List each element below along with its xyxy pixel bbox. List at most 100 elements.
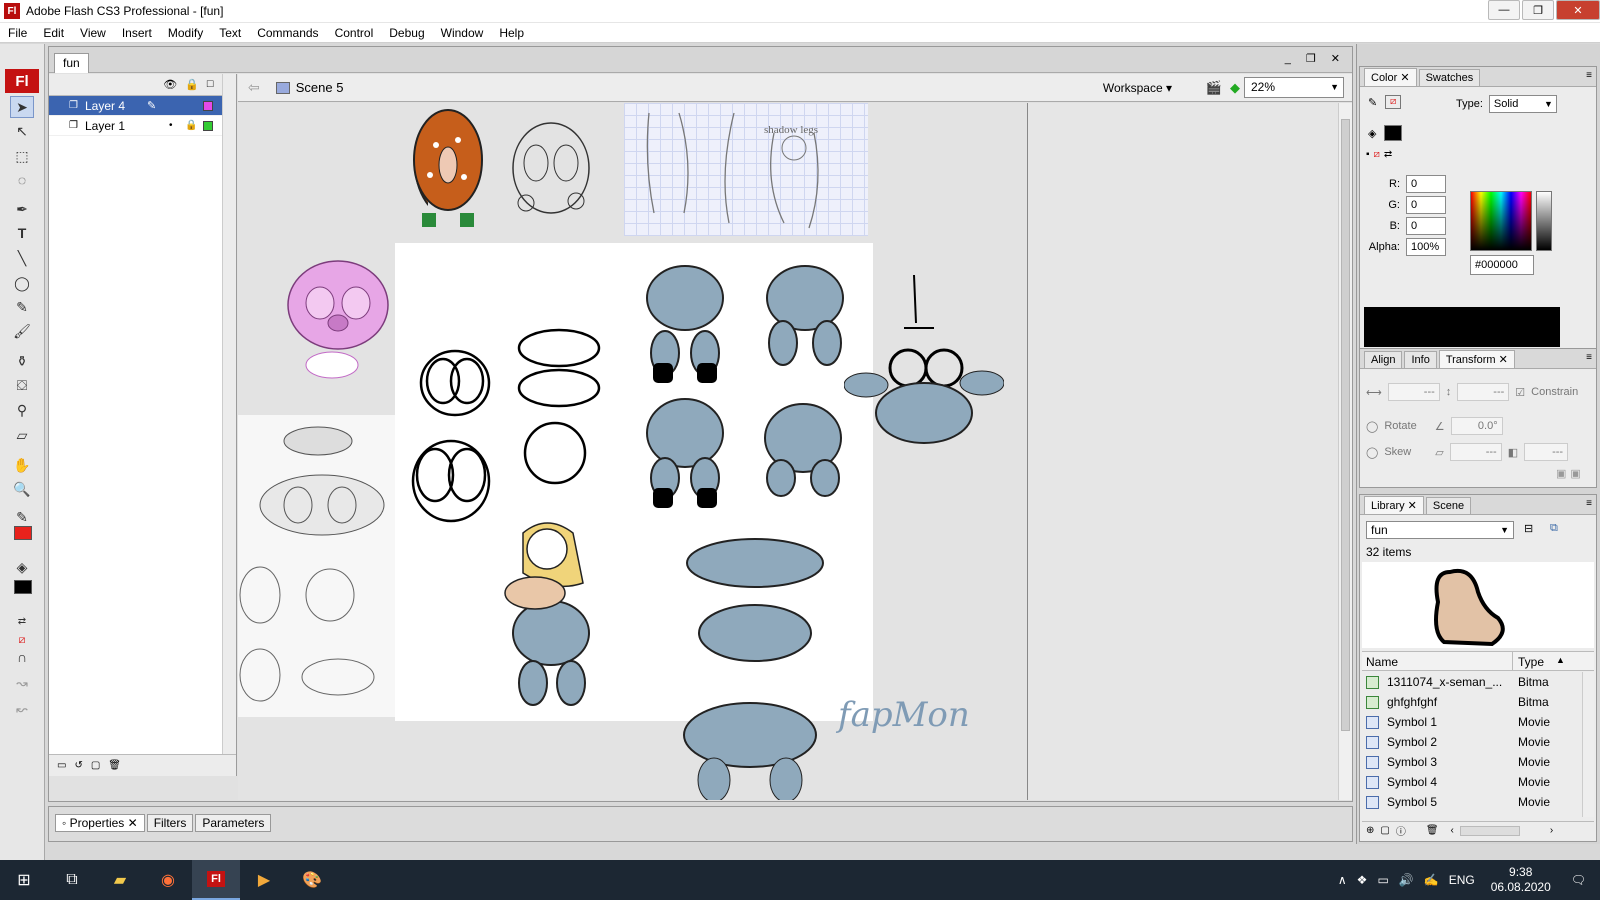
new-folder-icon[interactable]: ▢ [1380,825,1389,836]
pencil-tool-icon[interactable]: ✎ [10,296,34,318]
tab-properties[interactable]: ◦ Properties ✕ [55,814,145,832]
library-item[interactable]: Symbol 3 Movie [1362,752,1582,772]
paint-bucket-tool-icon[interactable]: ⛋ [10,374,34,396]
reset-transform-icon[interactable]: ▣ [1570,467,1580,480]
graph-paper-sketch[interactable]: shadow legs [624,103,868,236]
stage[interactable]: shadow legs fapMon [238,103,1028,800]
new-symbol-icon[interactable]: ⊕ [1366,825,1374,836]
panel-menu-icon[interactable]: ≡ [1586,70,1592,81]
color-spectrum[interactable] [1470,191,1532,251]
show-hide-icon[interactable]: 👁 [163,78,177,91]
stage-vertical-scrollbar[interactable] [1338,103,1352,800]
height-input[interactable]: --- [1457,383,1510,401]
subselection-tool-icon[interactable]: ↖ [10,120,34,142]
network-icon[interactable]: ▭ [1377,873,1388,887]
copy-and-apply-icon[interactable]: ▣ [1556,467,1566,480]
fill-bucket-icon[interactable]: ◈ [1368,127,1376,140]
library-item[interactable]: 1311074_x-seman_... Bitma [1362,672,1582,692]
line-sketch-art[interactable] [506,113,596,223]
library-item[interactable]: Symbol 2 Movie [1362,732,1582,752]
visibility-dot[interactable]: • [169,120,173,131]
hex-input[interactable]: #000000 [1470,255,1534,275]
insert-folder-icon[interactable]: ▢ [91,760,100,771]
width-input[interactable]: --- [1387,383,1440,401]
eyedropper-tool-icon[interactable]: ⚲ [10,399,34,421]
stroke-pencil-icon[interactable]: ✎ [1368,96,1377,109]
flash-taskbar-icon[interactable]: Fl [192,860,240,900]
back-arrow-icon[interactable]: ⇦ [248,79,260,96]
snap-magnet-icon[interactable]: ∩ [10,646,34,668]
fill-color-chip[interactable] [1384,125,1403,141]
layer-row[interactable]: ❐ Layer 4 ✎ [49,96,236,116]
tab-info[interactable]: Info [1404,351,1437,368]
g-input[interactable]: 0 [1406,196,1446,214]
tab-parameters[interactable]: Parameters [195,814,272,832]
fill-color-swatch[interactable] [14,526,32,540]
file-explorer-icon[interactable]: ▰ [96,860,144,900]
outline-icon[interactable]: □ [207,78,214,91]
main-artboard-sheet[interactable] [395,243,873,721]
scrollbar-thumb[interactable] [1341,119,1350,731]
stage-item[interactable] [238,103,492,233]
language-indicator[interactable]: ENG [1449,873,1475,887]
rotate-radio[interactable]: ◯ [1366,420,1378,433]
stroke-none-swatch[interactable]: ⧄ [1385,95,1402,109]
r-input[interactable]: 0 [1406,175,1446,193]
menu-window[interactable]: Window [433,26,492,40]
zoom-tool-icon[interactable]: 🔍 [10,478,34,500]
b-input[interactable]: 0 [1406,217,1446,235]
skew-radio[interactable]: ◯ [1366,446,1378,459]
stroke-color-swatch[interactable] [14,580,32,594]
pen-icon[interactable]: ✍ [1424,873,1439,887]
lock-icon[interactable]: 🔒 [185,120,197,131]
delete-icon[interactable]: 🗑 [1426,825,1439,836]
menu-control[interactable]: Control [327,26,382,40]
properties-icon[interactable]: ⓘ [1396,823,1406,838]
new-library-panel-icon[interactable]: ⧉ [1550,522,1558,535]
type-column-header[interactable]: Type [1518,655,1544,669]
stroke-color-icon[interactable]: ✎ [10,506,34,528]
blue-figure-with-lines-art[interactable] [843,273,1005,448]
tab-color[interactable]: Color ✕ [1364,68,1417,86]
library-item[interactable]: Symbol 1 Movie [1362,712,1582,732]
lock-icon[interactable]: 🔒 [185,78,199,91]
sort-icon[interactable]: ▲ [1556,655,1565,665]
notifications-icon[interactable]: 🗨 [1571,873,1586,887]
stage-area[interactable]: shadow legs fapMon [238,103,1338,800]
tab-transform[interactable]: Transform ✕ [1438,350,1515,368]
menu-edit[interactable]: Edit [35,26,72,40]
scroll-left-icon[interactable]: ‹ [1451,825,1454,836]
horizontal-scrollbar[interactable] [1459,825,1520,836]
tab-align[interactable]: Align [1364,351,1403,368]
layer-row[interactable]: ❐ Layer 1 • 🔒 [49,116,236,136]
skew-v-input[interactable]: --- [1524,443,1569,461]
no-color-icon[interactable]: ⧄ [1374,149,1380,160]
alpha-input[interactable]: 100% [1406,238,1446,256]
library-select[interactable]: fun ▼ [1366,521,1514,539]
document-window-controls[interactable]: _ ❐ ✕ [1285,52,1346,65]
tab-library[interactable]: Library ✕ [1364,496,1424,514]
start-button-icon[interactable]: ⊞ [0,860,48,900]
minimize-button[interactable]: — [1488,0,1520,20]
menu-debug[interactable]: Debug [381,26,432,40]
menu-insert[interactable]: Insert [114,26,160,40]
name-column-header[interactable]: Name [1366,655,1398,669]
default-colors-icon[interactable]: ▪ [1366,149,1370,160]
smooth-icon[interactable]: ↝ [10,672,34,694]
rotate-input[interactable]: 0.0° [1450,417,1503,435]
lasso-tool-icon[interactable]: ◌ [10,169,34,191]
firefox-icon[interactable]: ◉ [144,860,192,900]
free-transform-tool-icon[interactable]: ⬚ [10,145,34,167]
hand-tool-icon[interactable]: ✋ [10,454,34,476]
swap-colors-icon[interactable]: ⇄ [1384,149,1392,160]
pencil-sketch-sheet[interactable] [238,415,396,717]
pin-library-icon[interactable]: ⊟ [1524,522,1533,535]
layer-outline-swatch[interactable] [203,100,213,111]
orange-character-art[interactable] [408,105,488,235]
tab-filters[interactable]: Filters [146,814,194,832]
tab-scene[interactable]: Scene [1425,497,1472,514]
library-scrollbar[interactable] [1582,672,1594,817]
brightness-slider[interactable] [1536,191,1552,251]
menu-view[interactable]: View [72,26,114,40]
oval-tool-icon[interactable]: ◯ [10,272,34,294]
